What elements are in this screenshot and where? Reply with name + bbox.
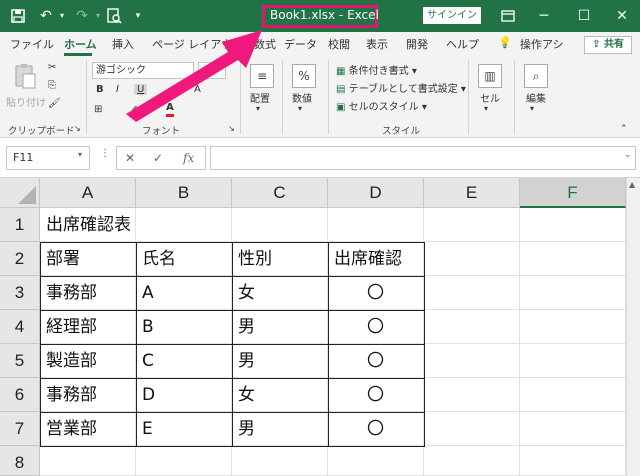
table-icon: ▤ bbox=[336, 84, 346, 95]
share-button[interactable]: ⇪ 共有 bbox=[584, 36, 632, 54]
customize-icon[interactable]: ▾ bbox=[128, 6, 148, 26]
font-color-button[interactable]: A bbox=[166, 102, 174, 117]
tab-page-layout[interactable]: ページ レイアウト bbox=[152, 36, 243, 52]
paste-button[interactable]: 貼り付け bbox=[6, 94, 46, 109]
expand-formula-bar-icon[interactable]: ⌄ bbox=[624, 150, 632, 160]
format-as-table-label: テーブルとして書式設定 bbox=[348, 84, 458, 95]
scroll-up-icon[interactable]: ▲ bbox=[629, 180, 635, 189]
vertical-scrollbar[interactable]: ▲ bbox=[626, 178, 640, 476]
percent-icon[interactable]: % bbox=[292, 64, 316, 88]
worksheet-grid: A B C D E F 1 2 3 4 5 6 7 8 出席確認表 部署 氏名 性別出… bbox=[0, 178, 640, 476]
tab-formulas[interactable]: 数式 bbox=[254, 36, 276, 52]
tab-data[interactable]: データ bbox=[284, 36, 317, 52]
title-bar: ↶ ▾ ↷ ▾ ▾ Book1.xlsx - Excel サインイン ─ ☐ ✕ bbox=[0, 0, 640, 32]
italic-button[interactable]: I bbox=[116, 84, 119, 95]
tab-developer[interactable]: 開発 bbox=[406, 36, 428, 52]
paste-icon[interactable] bbox=[12, 62, 38, 92]
clipboard-group-label: クリップボード bbox=[8, 126, 75, 137]
ribbon-separator bbox=[240, 60, 241, 134]
font-launcher-icon[interactable]: ↘ bbox=[228, 124, 235, 133]
formula-bar: F11 ▾ ⋮ ✕ ✓ fx ⌄ bbox=[0, 138, 640, 178]
copy-icon[interactable]: ⎘ bbox=[48, 80, 56, 91]
print-preview-icon[interactable] bbox=[104, 6, 124, 26]
ribbon-separator bbox=[328, 60, 329, 134]
cells-icon[interactable]: ▥ bbox=[478, 64, 502, 88]
formula-buttons: ✕ ✓ fx bbox=[116, 146, 206, 170]
tab-review[interactable]: 校閲 bbox=[328, 36, 350, 52]
document-title: Book1.xlsx - Excel bbox=[270, 8, 379, 22]
ribbon-separator bbox=[86, 60, 87, 134]
format-as-table-button[interactable]: ▤ テーブルとして書式設定 ▾ bbox=[336, 80, 466, 95]
share-icon: ⇪ bbox=[592, 39, 601, 50]
number-button[interactable]: 数値 bbox=[292, 90, 312, 105]
ribbon-separator bbox=[282, 60, 283, 134]
cancel-icon[interactable]: ✕ bbox=[125, 151, 135, 165]
undo-dropdown-icon[interactable]: ▾ bbox=[52, 6, 72, 26]
share-label: 共有 bbox=[603, 39, 624, 50]
alignment-dropdown-icon[interactable]: ▾ bbox=[256, 104, 260, 113]
signin-button[interactable]: サインイン bbox=[423, 7, 481, 24]
alignment-button[interactable]: 配置 bbox=[250, 90, 270, 105]
magnifier-icon[interactable]: ⌕ bbox=[524, 64, 548, 88]
borders-icon[interactable]: ⊞ bbox=[94, 104, 102, 115]
conditional-format-button[interactable]: ▦ 条件付き書式 ▾ bbox=[336, 62, 417, 77]
cells-dropdown-icon[interactable]: ▾ bbox=[484, 104, 488, 113]
font-name-select[interactable]: 游ゴシック bbox=[92, 62, 194, 79]
ribbon-separator bbox=[514, 60, 515, 134]
cut-icon[interactable]: ✂ bbox=[48, 62, 56, 73]
tab-home[interactable]: ホーム bbox=[64, 36, 97, 52]
enter-icon[interactable]: ✓ bbox=[153, 151, 163, 165]
lightbulb-icon[interactable]: 💡 bbox=[498, 36, 512, 49]
conditional-format-label: 条件付き書式 bbox=[348, 66, 409, 77]
formula-bar-grip-icon: ⋮ bbox=[100, 148, 110, 159]
save-icon[interactable] bbox=[8, 6, 28, 26]
fill-color-icon[interactable]: ◈ bbox=[132, 104, 140, 115]
insert-function-icon[interactable]: fx bbox=[183, 151, 194, 165]
collapse-ribbon-icon[interactable]: ⌃ bbox=[620, 124, 628, 134]
table-borders bbox=[40, 242, 425, 447]
minimize-icon[interactable]: ─ bbox=[526, 0, 562, 32]
styles-group-label: スタイル bbox=[382, 126, 421, 137]
cell-styles-label: セルのスタイル bbox=[348, 102, 419, 113]
conditional-format-icon: ▦ bbox=[336, 66, 346, 77]
tab-tell-me[interactable]: 操作アシ bbox=[520, 36, 564, 52]
cells-button[interactable]: セル bbox=[480, 90, 500, 105]
clipboard-launcher-icon[interactable]: ↘ bbox=[74, 124, 81, 133]
tab-file[interactable]: ファイル bbox=[10, 36, 54, 52]
editing-button[interactable]: 編集 bbox=[526, 90, 546, 105]
name-box-dropdown-icon[interactable]: ▾ bbox=[78, 150, 82, 159]
tab-view[interactable]: 表示 bbox=[366, 36, 388, 52]
ribbon-display-icon[interactable] bbox=[490, 0, 526, 32]
close-icon[interactable]: ✕ bbox=[604, 0, 640, 32]
format-painter-icon[interactable]: 🖌 bbox=[48, 98, 61, 109]
tab-help[interactable]: ヘルプ bbox=[446, 36, 479, 52]
ribbon-separator bbox=[468, 60, 469, 134]
bold-button[interactable]: B bbox=[96, 84, 104, 95]
font-grow-icon[interactable]: A bbox=[194, 84, 201, 95]
editing-dropdown-icon[interactable]: ▾ bbox=[530, 104, 534, 113]
number-dropdown-icon[interactable]: ▾ bbox=[298, 104, 302, 113]
font-size-select[interactable] bbox=[198, 62, 226, 79]
formula-input[interactable] bbox=[210, 146, 636, 170]
font-group-label: フォント bbox=[142, 126, 181, 137]
cell-styles-button[interactable]: ▣ セルのスタイル ▾ bbox=[336, 98, 427, 113]
cell-styles-icon: ▣ bbox=[336, 102, 346, 113]
maximize-icon[interactable]: ☐ bbox=[566, 0, 602, 32]
ribbon-tabs: ファイル ホーム 挿入 ページ レイアウト 数式 データ 校閲 表示 開発 ヘル… bbox=[0, 32, 640, 56]
tab-insert[interactable]: 挿入 bbox=[112, 36, 134, 52]
underline-button[interactable]: U bbox=[134, 84, 148, 95]
ribbon: 貼り付け ✂ ⎘ 🖌 クリップボード ↘ 游ゴシック B I U A ⊞ ◈ A… bbox=[0, 56, 640, 138]
alignment-icon[interactable]: ≡ bbox=[250, 64, 274, 88]
